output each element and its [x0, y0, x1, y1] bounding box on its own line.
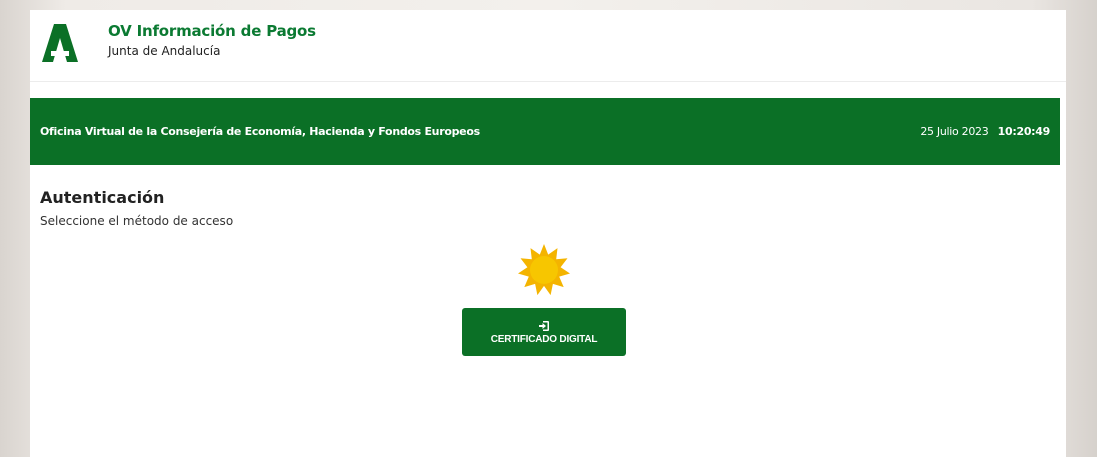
auth-subtitle: Seleccione el método de acceso	[40, 214, 234, 228]
banner-time: 10:20:49	[997, 125, 1051, 138]
certificado-digital-label: CERTIFICADO DIGITAL	[490, 333, 598, 345]
banner-date: 25 Julio 2023	[920, 125, 989, 138]
office-banner: Oficina Virtual de la Consejería de Econ…	[30, 98, 1060, 165]
junta-andalucia-logo-icon[interactable]	[42, 24, 78, 62]
app-title[interactable]: OV Información de Pagos	[108, 22, 316, 40]
sun-icon	[518, 244, 570, 296]
site-header: OV Información de Pagos Junta de Andaluc…	[30, 10, 1066, 82]
certificado-digital-button[interactable]: CERTIFICADO DIGITAL	[462, 308, 626, 356]
banner-title: Oficina Virtual de la Consejería de Econ…	[40, 125, 480, 138]
banner-datetime: 25 Julio 2023 10:20:49	[920, 125, 1050, 138]
org-name: Junta de Andalucía	[108, 44, 221, 58]
page-container: OV Información de Pagos Junta de Andaluc…	[30, 10, 1066, 457]
sign-in-icon	[539, 320, 549, 331]
auth-title: Autenticación	[40, 188, 165, 207]
